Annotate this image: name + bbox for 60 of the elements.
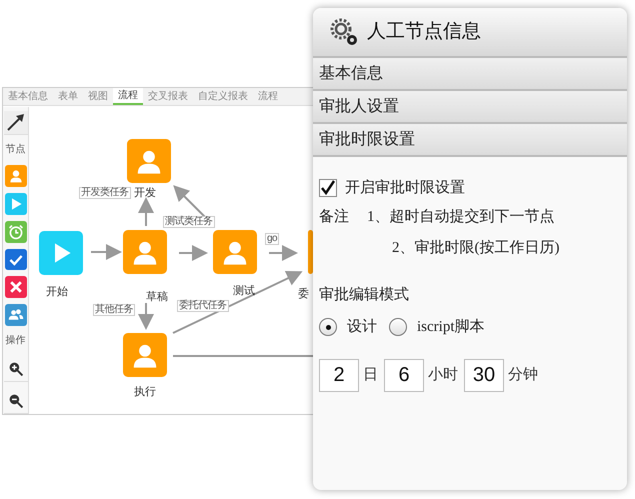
edge-label: go (265, 233, 280, 245)
node-tool[interactable] (4, 220, 26, 243)
note-text: 1、超时自动提交到下一节点 (367, 207, 556, 226)
task-node[interactable] (308, 230, 313, 274)
node-label: 测试 (233, 286, 255, 297)
node-tool[interactable] (4, 276, 26, 298)
zoom-out-icon (8, 392, 24, 409)
edge-label: 其他任务 (93, 304, 135, 316)
toolbar-label: 节点 (6, 144, 26, 155)
edge-label: 委托代任务 (177, 300, 228, 312)
radio-button[interactable] (389, 318, 407, 336)
task-node[interactable] (123, 333, 167, 377)
node-tool[interactable] (4, 304, 26, 326)
unit-label: 分钟 (508, 366, 538, 385)
connector-arrow (138, 197, 154, 226)
zoom-in-icon (8, 360, 24, 377)
checkbox-label: 开启审批时限设置 (345, 178, 465, 198)
checkbox[interactable] (319, 179, 337, 198)
note-text: 2、审批时限(按工作日历) (391, 238, 560, 258)
gears-icon (329, 17, 359, 47)
connector-arrow (91, 244, 122, 260)
notes-label: 备注 (319, 208, 350, 226)
tab[interactable]: 流程 (113, 88, 143, 105)
check-icon (320, 180, 336, 196)
unit-label: 小时 (428, 366, 458, 385)
edge-label: 测试类任务 (163, 216, 214, 228)
node-label: 委 (298, 289, 309, 300)
node-tool[interactable] (4, 248, 26, 270)
pointer-tool[interactable] (4, 111, 28, 135)
unit-label: 日 (363, 366, 378, 385)
connector-arrow (269, 245, 298, 261)
person-icon (8, 168, 24, 184)
task-node[interactable] (213, 230, 257, 274)
cross-icon (8, 279, 24, 296)
arrow-icon (6, 112, 26, 132)
node-tool[interactable] (4, 164, 26, 187)
toolbar-label: 操作 (6, 336, 26, 346)
panel-title: 人工节点信息 (367, 20, 481, 44)
node-label: 开发 (134, 188, 156, 199)
number-field[interactable]: 6 (384, 358, 424, 392)
section-header[interactable]: 审批时限设置 (313, 124, 627, 157)
alarm-clock-icon (8, 224, 24, 240)
radio-label: 设计 (347, 318, 377, 337)
connector-arrow (138, 303, 154, 330)
connector-arrow (179, 245, 208, 261)
node-label: 草稿 (146, 292, 168, 303)
task-node[interactable] (127, 139, 171, 183)
section-header[interactable]: 基本信息 (313, 58, 627, 91)
radio-label: iscript脚本 (417, 318, 484, 337)
radio-button[interactable] (319, 318, 337, 336)
task-node[interactable] (123, 230, 167, 274)
node-tool[interactable] (4, 192, 26, 215)
number-field[interactable]: 30 (464, 358, 504, 392)
start-node[interactable] (39, 231, 83, 275)
node-label: 执行 (134, 387, 156, 398)
edge-label: 开发类任务 (79, 187, 130, 199)
section-header[interactable]: 审批人设置 (313, 91, 627, 124)
section-heading: 审批编辑模式 (319, 285, 409, 304)
node-label: 开始 (46, 287, 68, 298)
number-field[interactable]: 2 (319, 358, 359, 392)
